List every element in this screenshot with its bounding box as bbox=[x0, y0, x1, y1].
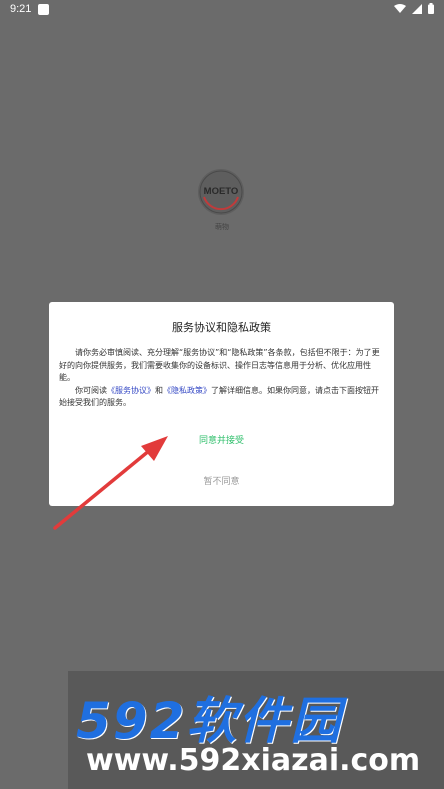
agree-button[interactable]: 同意并接受 bbox=[49, 433, 394, 446]
p2-prefix: 你可阅读 bbox=[75, 385, 107, 395]
cell-signal-icon bbox=[412, 3, 422, 14]
app-name-caption: 萌物 bbox=[215, 224, 229, 231]
dialog-paragraph-1: 请你务必审慎阅读、充分理解“服务协议”和“隐私政策”各条款，包括但不限于：为了更… bbox=[59, 348, 380, 382]
app-logo: MOETO bbox=[198, 169, 244, 215]
watermark-domain: www.592xiazai.com bbox=[86, 743, 421, 778]
app-logo-text: MOETO bbox=[204, 186, 239, 197]
terms-link[interactable]: 《服务协议》 bbox=[107, 386, 155, 395]
status-icons bbox=[394, 3, 434, 14]
wifi-icon bbox=[394, 3, 406, 13]
dialog-body: 请你务必审慎阅读、充分理解“服务协议”和“隐私政策”各条款，包括但不限于：为了更… bbox=[59, 347, 384, 410]
notification-icon bbox=[38, 4, 49, 15]
p2-and: 和 bbox=[155, 385, 163, 395]
privacy-dialog: 服务协议和隐私政策 请你务必审慎阅读、充分理解“服务协议”和“隐私政策”各条款，… bbox=[49, 302, 394, 506]
status-bar: 9:21 bbox=[0, 0, 444, 20]
dialog-title: 服务协议和隐私政策 bbox=[172, 321, 271, 334]
watermark: 592软件园 www.592xiazai.com bbox=[68, 671, 444, 789]
disagree-button[interactable]: 暂不同意 bbox=[49, 474, 394, 487]
privacy-link[interactable]: 《隐私政策》 bbox=[163, 386, 211, 395]
dialog-paragraph-2: 你可阅读《服务协议》和《隐私政策》了解详细信息。如果你同意，请点击下面按钮开始接… bbox=[59, 385, 384, 410]
status-time: 9:21 bbox=[10, 3, 32, 15]
battery-icon bbox=[428, 3, 434, 14]
